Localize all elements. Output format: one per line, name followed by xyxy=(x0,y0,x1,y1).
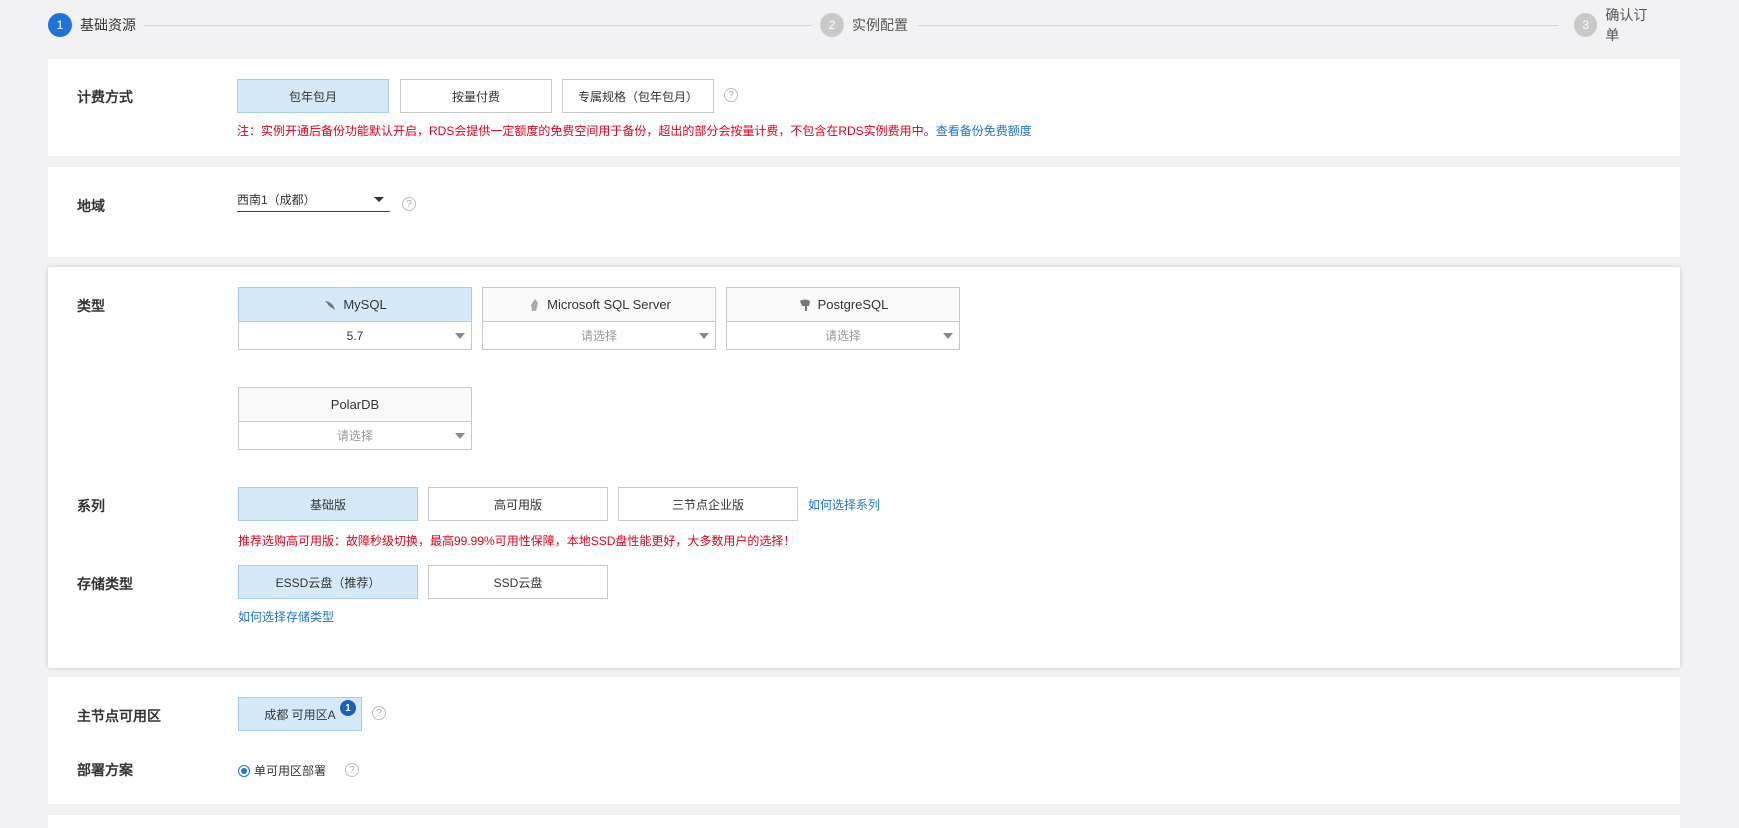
billing-label: 计费方式 xyxy=(77,89,133,105)
step-label: 基础资源 xyxy=(80,17,136,33)
series-help-link[interactable]: 如何选择系列 xyxy=(808,496,880,513)
region-select[interactable]: 西南1（成都） xyxy=(237,188,390,212)
storage-option-ssd[interactable]: SSD云盘 xyxy=(428,565,608,599)
step-2: 2 实例配置 xyxy=(812,12,916,38)
step-label: 确认订单 xyxy=(1605,7,1648,43)
region-help-icon[interactable]: ? xyxy=(402,197,416,211)
storage-help-link[interactable]: 如何选择存储类型 xyxy=(238,608,334,625)
sqlserver-version-select[interactable]: 请选择 xyxy=(482,321,716,350)
step-connector xyxy=(140,25,823,26)
chevron-down-icon xyxy=(699,333,709,339)
series-note: 推荐选购高可用版：故障秒级切换，最高99.99%可用性保障，本地SSD盘性能更好… xyxy=(238,534,796,548)
chevron-down-icon xyxy=(455,433,465,439)
step-number: 1 xyxy=(48,13,72,37)
sqlserver-icon xyxy=(531,298,539,311)
storage-label: 存储类型 xyxy=(77,576,133,592)
chevron-down-icon xyxy=(455,333,465,339)
series-option-basic[interactable]: 基础版 xyxy=(238,487,418,521)
step-1: 1 基础资源 xyxy=(48,12,144,38)
engine-name: MySQL xyxy=(343,297,387,312)
billing-option-yearly[interactable]: 包年包月 xyxy=(237,79,389,113)
radio-selected-icon xyxy=(238,764,250,777)
mysql-version-select[interactable]: 5.7 xyxy=(238,321,472,350)
billing-option-dedicated[interactable]: 专属规格（包年包月） xyxy=(562,79,714,113)
zone-value: 成都 可用区A xyxy=(264,707,336,722)
step-number: 2 xyxy=(820,13,844,37)
step-progress: 1 基础资源 2 实例配置 3 确认订单 xyxy=(48,7,1668,43)
elephant-icon xyxy=(799,299,810,311)
postgresql-version-select[interactable]: 请选择 xyxy=(726,321,960,350)
series-label: 系列 xyxy=(77,498,105,514)
version-value: 请选择 xyxy=(580,329,617,343)
step-3: 3 确认订单 xyxy=(1566,7,1668,43)
billing-help-icon[interactable]: ? xyxy=(724,88,738,102)
zone-label: 主节点可用区 xyxy=(77,708,161,724)
deploy-value: 单可用区部署 xyxy=(254,764,327,778)
engine-sqlserver: Microsoft SQL Server 请选择 xyxy=(482,287,716,350)
backup-quota-link[interactable]: 查看备份免费额度 xyxy=(936,124,1032,138)
region-value: 西南1（成都） xyxy=(237,193,316,207)
step-label: 实例配置 xyxy=(852,17,908,33)
engine-sqlserver-button[interactable]: Microsoft SQL Server xyxy=(482,287,716,322)
region-section: 地域 西南1（成都） ? xyxy=(48,167,1680,257)
type-label: 类型 xyxy=(77,298,105,314)
engine-name: PostgreSQL xyxy=(817,297,889,312)
step-connector xyxy=(918,25,1558,26)
billing-section: 计费方式 包年包月 按量付费 专属规格（包年包月） ? 注：实例开通后备份功能默… xyxy=(48,59,1680,156)
engine-polardb-button[interactable]: PolarDB xyxy=(238,387,472,422)
billing-note-text: 注：实例开通后备份功能默认开启，RDS会提供一定额度的免费空间用于备份，超出的部… xyxy=(237,124,936,138)
engine-mysql: MySQL 5.7 xyxy=(238,287,472,350)
zone-section: 主节点可用区 成都 可用区A 1 ? 部署方案 单可用区部署 ? xyxy=(48,677,1680,804)
dolphin-icon xyxy=(325,300,336,310)
series-option-high-availability[interactable]: 高可用版 xyxy=(428,487,608,521)
engine-mysql-button[interactable]: MySQL xyxy=(238,287,472,322)
billing-option-pay-as-you-go[interactable]: 按量付费 xyxy=(400,79,552,113)
database-type-section: 类型 MySQL 5.7 Microsoft SQL Server 请选择 Po… xyxy=(48,267,1680,668)
deploy-single-zone-option[interactable]: 单可用区部署 xyxy=(238,762,326,779)
zone-help-icon[interactable]: ? xyxy=(372,706,386,720)
deploy-label: 部署方案 xyxy=(77,762,133,778)
polardb-version-select[interactable]: 请选择 xyxy=(238,421,472,450)
engine-name: PolarDB xyxy=(330,397,380,412)
billing-note: 注：实例开通后备份功能默认开启，RDS会提供一定额度的免费空间用于备份，超出的部… xyxy=(237,122,1032,139)
engine-name: Microsoft SQL Server xyxy=(547,297,671,312)
chevron-down-icon xyxy=(374,197,384,202)
next-section xyxy=(48,815,1680,828)
engine-polardb: PolarDB 请选择 xyxy=(238,387,472,450)
deploy-help-icon[interactable]: ? xyxy=(345,763,359,777)
version-value: 请选择 xyxy=(824,329,861,343)
storage-option-essd[interactable]: ESSD云盘（推荐） xyxy=(238,565,418,599)
version-value: 5.7 xyxy=(346,328,364,343)
step-number: 3 xyxy=(1574,13,1598,37)
version-value: 请选择 xyxy=(336,429,373,443)
series-option-three-node[interactable]: 三节点企业版 xyxy=(618,487,798,521)
zone-count-badge: 1 xyxy=(340,700,356,716)
region-label: 地域 xyxy=(77,198,105,214)
engine-postgresql-button[interactable]: PostgreSQL xyxy=(726,287,960,322)
engine-postgresql: PostgreSQL 请选择 xyxy=(726,287,960,350)
chevron-down-icon xyxy=(943,333,953,339)
